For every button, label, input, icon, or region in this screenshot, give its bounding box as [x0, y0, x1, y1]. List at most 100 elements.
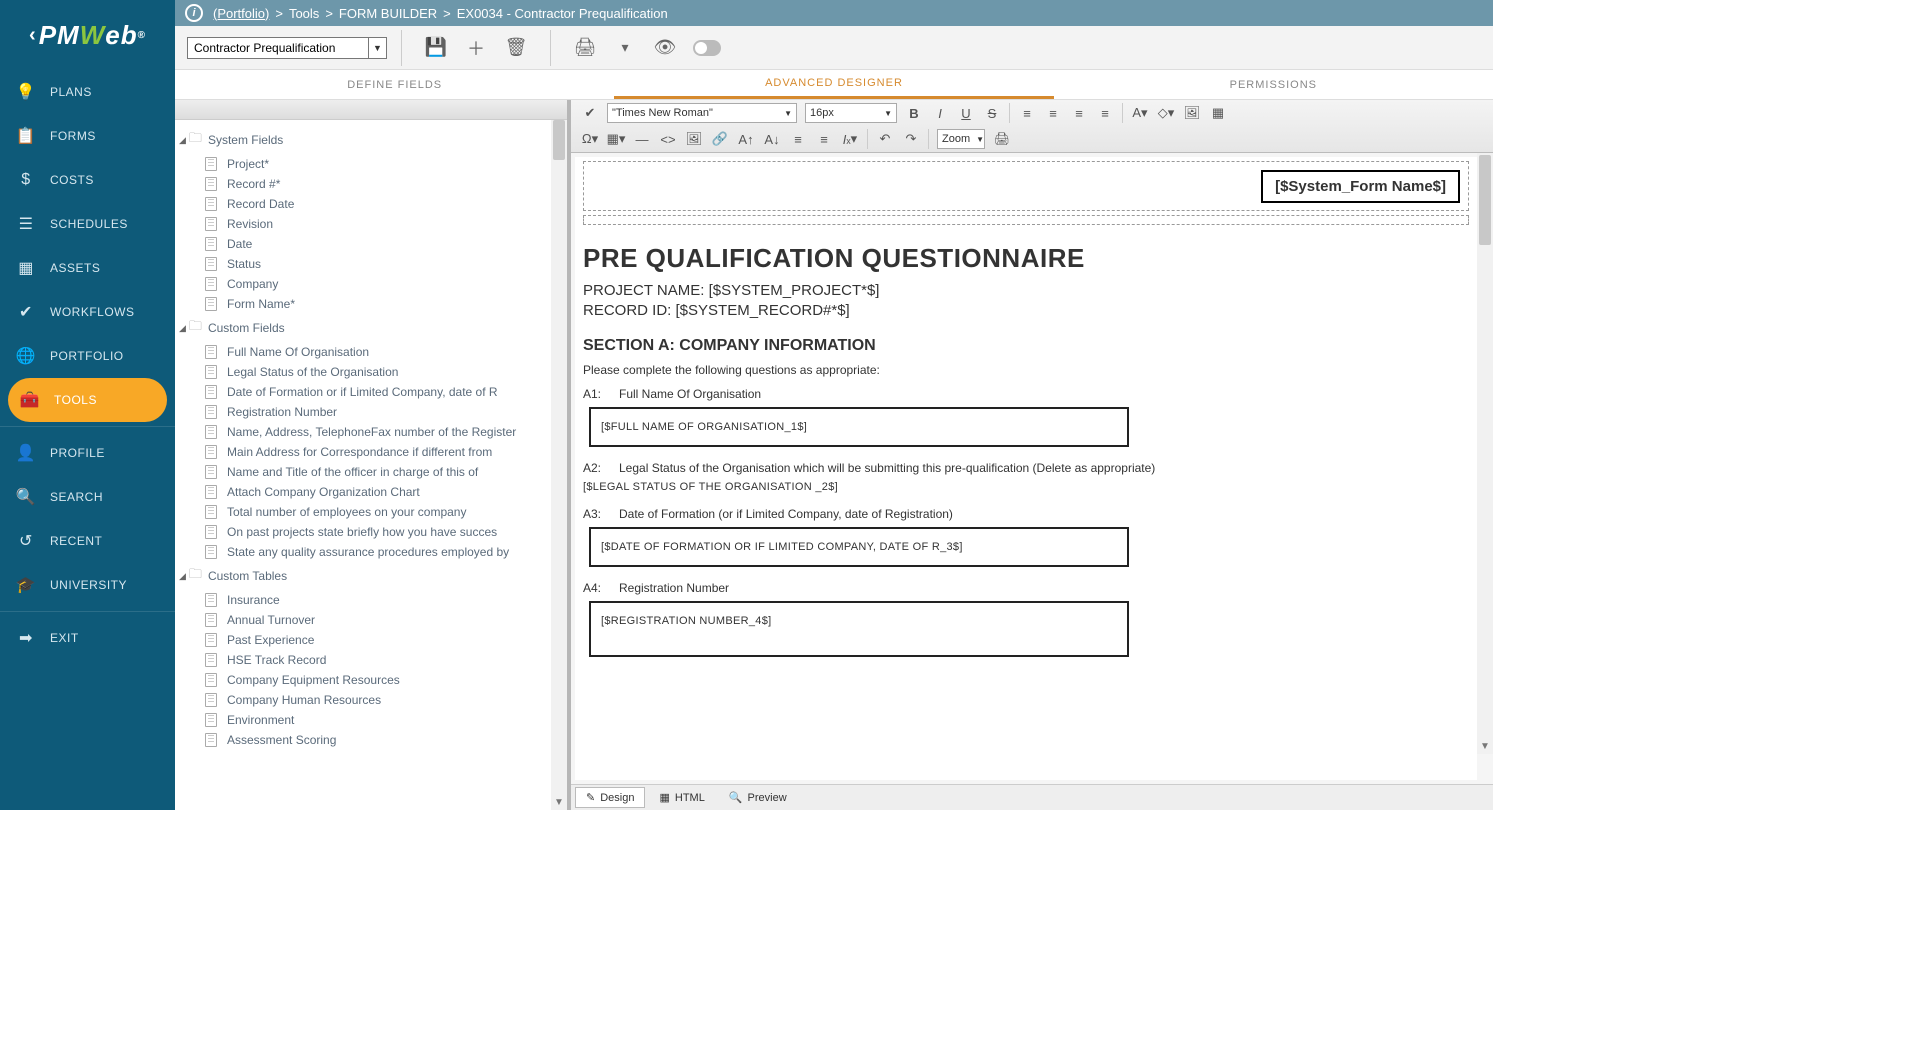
undo-icon[interactable]: ↶ [874, 129, 896, 149]
crumb-portfolio[interactable]: (Portfolio) [213, 6, 269, 21]
crumb-formbuilder[interactable]: FORM BUILDER [339, 6, 437, 21]
nav-costs[interactable]: $COSTS [0, 158, 175, 202]
canvas-thin-region[interactable] [583, 215, 1469, 225]
canvas-scroll-thumb[interactable] [1479, 155, 1491, 245]
tree-leaf[interactable]: Annual Turnover [179, 610, 559, 630]
tab-permissions[interactable]: PERMISSIONS [1054, 70, 1493, 99]
view-preview[interactable]: 🔍Preview [719, 788, 797, 807]
spellcheck-icon[interactable]: ✔ [579, 103, 601, 123]
tree-leaf[interactable]: Company Human Resources [179, 690, 559, 710]
info-icon[interactable]: i [185, 4, 203, 22]
print-icon[interactable]: 🖨 [991, 129, 1013, 149]
nav-plans[interactable]: 💡PLANS [0, 70, 175, 114]
ul-icon[interactable]: ≡ [813, 129, 835, 149]
print-dd-icon[interactable]: ▾ [613, 36, 637, 60]
expand-icon[interactable]: ◢ [179, 135, 186, 146]
tree-leaf[interactable]: Project* [179, 154, 559, 174]
zoom-select[interactable]: Zoom▼ [937, 129, 985, 149]
tree-leaf[interactable]: Main Address for Correspondance if diffe… [179, 442, 559, 462]
toggle-switch[interactable] [693, 40, 721, 56]
image2-icon[interactable]: 🖼 [683, 129, 705, 149]
align-right-icon[interactable]: ≡ [1068, 103, 1090, 123]
ol-icon[interactable]: ≡ [787, 129, 809, 149]
tree-leaf[interactable]: Record #* [179, 174, 559, 194]
a3-field[interactable]: [$DATE OF FORMATION OR IF LIMITED COMPAN… [589, 527, 1129, 567]
tree-leaf[interactable]: Revision [179, 214, 559, 234]
tree-leaf[interactable]: HSE Track Record [179, 650, 559, 670]
tab-define-fields[interactable]: DEFINE FIELDS [175, 70, 614, 99]
tree-leaf[interactable]: Form Name* [179, 294, 559, 314]
tree-leaf[interactable]: Assessment Scoring [179, 730, 559, 750]
a1-field[interactable]: [$FULL NAME OF ORGANISATION_1$] [589, 407, 1129, 447]
canvas-scrollbar[interactable]: ▼ [1477, 153, 1493, 754]
canvas-header-region[interactable]: [$System_Form Name$] [583, 161, 1469, 211]
nav-portfolio[interactable]: 🌐PORTFOLIO [0, 334, 175, 378]
clear-format-icon[interactable]: Iₓ▾ [839, 129, 861, 149]
tree-leaf[interactable]: Registration Number [179, 402, 559, 422]
record-select[interactable]: ▼ [187, 37, 387, 59]
nav-exit[interactable]: ➡EXIT [0, 616, 175, 660]
strike-button[interactable]: S [981, 103, 1003, 123]
view-html[interactable]: ▦HTML [649, 788, 714, 807]
tab-advanced-designer[interactable]: ADVANCED DESIGNER [614, 70, 1053, 99]
table-icon[interactable]: ▦▾ [605, 129, 627, 149]
nav-assets[interactable]: ▦ASSETS [0, 246, 175, 290]
record-select-input[interactable] [188, 41, 368, 55]
tree-leaf[interactable]: Past Experience [179, 630, 559, 650]
hr-icon[interactable]: — [631, 129, 653, 149]
view-button[interactable]: 👁 [653, 36, 677, 60]
tree-group[interactable]: ◢🗀Custom Fields [179, 314, 559, 342]
tree-leaf[interactable]: Name, Address, TelephoneFax number of th… [179, 422, 559, 442]
tree-group[interactable]: ◢🗀Custom Tables [179, 562, 559, 590]
scroll-thumb[interactable] [553, 120, 565, 160]
tree-leaf[interactable]: Status [179, 254, 559, 274]
tree-leaf[interactable]: Company Equipment Resources [179, 670, 559, 690]
a2-field[interactable]: [$LEGAL STATUS OF THE ORGANISATION _2$] [583, 481, 1469, 493]
italic-button[interactable]: I [929, 103, 951, 123]
align-center-icon[interactable]: ≡ [1042, 103, 1064, 123]
tree-leaf[interactable]: Record Date [179, 194, 559, 214]
nav-recent[interactable]: ↺RECENT [0, 519, 175, 563]
scroll-down-icon[interactable]: ▼ [551, 794, 567, 810]
underline-button[interactable]: U [955, 103, 977, 123]
save-button[interactable]: 💾 [424, 36, 448, 60]
tree-leaf[interactable]: Full Name Of Organisation [179, 342, 559, 362]
tree-leaf[interactable]: Legal Status of the Organisation [179, 362, 559, 382]
nav-tools[interactable]: 🧰TOOLS [8, 378, 167, 422]
print-button[interactable]: 🖨 [573, 36, 597, 60]
align-left-icon[interactable]: ≡ [1016, 103, 1038, 123]
form-name-placeholder[interactable]: [$System_Form Name$] [1261, 170, 1460, 203]
expand-icon[interactable]: ◢ [179, 571, 186, 582]
redo-icon[interactable]: ↷ [900, 129, 922, 149]
canvas-scroll-down-icon[interactable]: ▼ [1477, 738, 1493, 754]
bold-button[interactable]: B [903, 103, 925, 123]
tree-leaf[interactable]: State any quality assurance procedures e… [179, 542, 559, 562]
view-design[interactable]: ✎Design [575, 787, 645, 808]
code-icon[interactable]: <> [657, 129, 679, 149]
delete-button[interactable]: 🗑 [504, 36, 528, 60]
chevron-down-icon[interactable]: ▼ [368, 38, 386, 58]
tree-leaf[interactable]: Total number of employees on your compan… [179, 502, 559, 522]
image-icon[interactable]: 🖼 [1181, 103, 1203, 123]
grid-icon[interactable]: ▦ [1207, 103, 1229, 123]
nav-profile[interactable]: 👤PROFILE [0, 431, 175, 475]
add-button[interactable]: ＋ [464, 36, 488, 60]
sub-icon[interactable]: A↓ [761, 129, 783, 149]
font-select[interactable]: "Times New Roman"▼ [607, 103, 797, 123]
tree-leaf[interactable]: Insurance [179, 590, 559, 610]
expand-icon[interactable]: ◢ [179, 323, 186, 334]
nav-forms[interactable]: 📋FORMS [0, 114, 175, 158]
tree-leaf[interactable]: Environment [179, 710, 559, 730]
link-icon[interactable]: 🔗 [709, 129, 731, 149]
tree-leaf[interactable]: On past projects state briefly how you h… [179, 522, 559, 542]
font-color-icon[interactable]: A▾ [1129, 103, 1151, 123]
sup-icon[interactable]: A↑ [735, 129, 757, 149]
tree-leaf[interactable]: Company [179, 274, 559, 294]
tree-leaf[interactable]: Date of Formation or if Limited Company,… [179, 382, 559, 402]
scrollbar[interactable]: ▼ [551, 120, 567, 810]
omega-icon[interactable]: Ω▾ [579, 129, 601, 149]
nav-schedules[interactable]: ☰SCHEDULES [0, 202, 175, 246]
align-justify-icon[interactable]: ≡ [1094, 103, 1116, 123]
size-select[interactable]: 16px▼ [805, 103, 897, 123]
tree-leaf[interactable]: Date [179, 234, 559, 254]
